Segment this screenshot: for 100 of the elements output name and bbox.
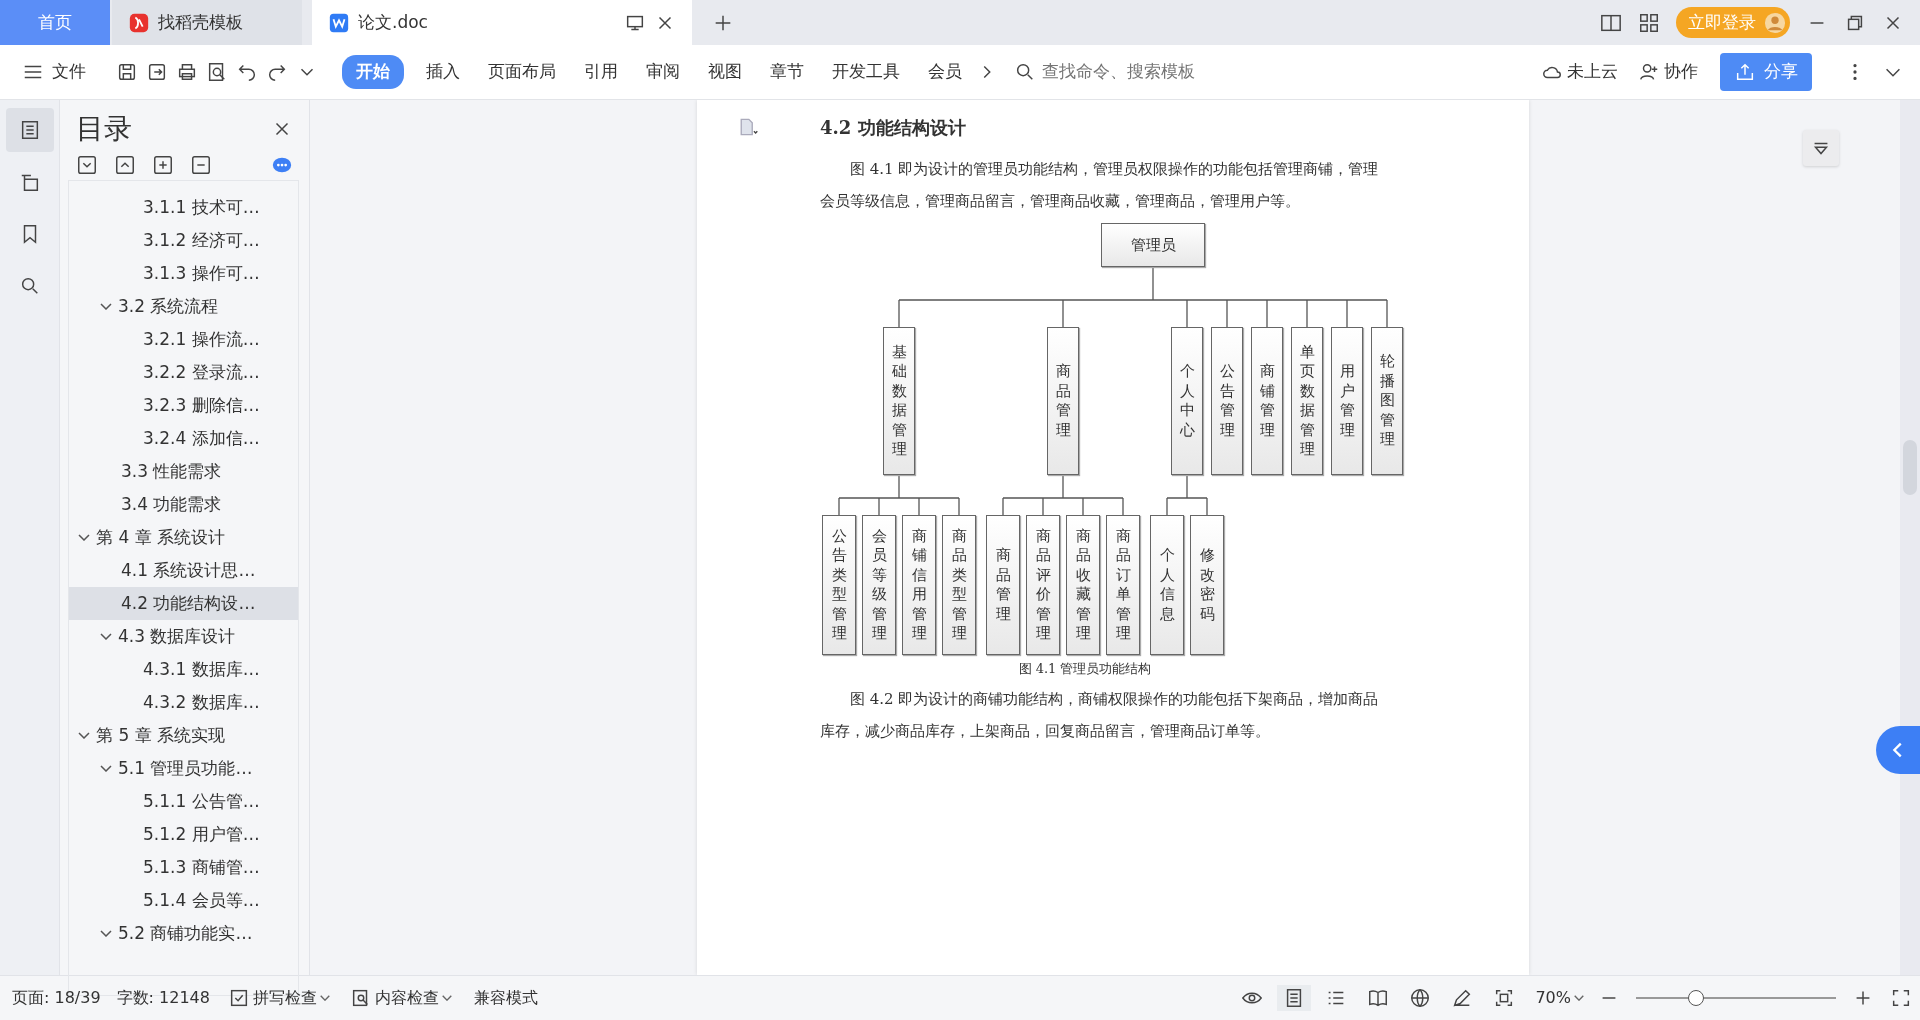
fullscreen-icon[interactable]	[1890, 987, 1912, 1009]
chart-node: 管理员	[1101, 223, 1205, 267]
sidebar-button[interactable]	[5, 108, 54, 152]
figure-caption: 图 4.1 管理员功能结构	[1017, 660, 1153, 678]
expand-up-icon[interactable]	[114, 154, 136, 176]
grid-icon[interactable]	[1638, 11, 1660, 34]
file-menu-button[interactable]: 文件	[16, 55, 92, 89]
slider-thumb[interactable]	[1688, 990, 1704, 1006]
menu-tab[interactable]: 引用	[578, 55, 624, 89]
chart-node: 用户管理	[1331, 327, 1363, 475]
cloud-status-button[interactable]: 未上云	[1535, 55, 1624, 89]
scrollbar[interactable]	[1900, 100, 1920, 975]
caret-icon	[441, 995, 452, 1001]
spell-check-button[interactable]: 拼写检查	[221, 984, 336, 1012]
outline-item-label: 3.4 功能需求	[121, 492, 222, 516]
chart-node: 基础数据管理	[883, 327, 915, 475]
outline-item-label: 3.1.2 经济可…	[143, 228, 260, 252]
outline-item[interactable]: 4.3.2 数据库…	[69, 686, 298, 719]
tab[interactable]: 找稻壳模板	[112, 0, 302, 45]
outline-item[interactable]: 4.3.1 数据库…	[69, 653, 298, 686]
collapse-all-icon[interactable]	[76, 154, 98, 176]
plus-icon[interactable]	[152, 154, 174, 176]
outline-item-label: 4.3 数据库设计	[118, 624, 236, 648]
outline-item-label: 第 4 章 系统设计	[96, 525, 226, 549]
outline-item-label: 5.1.2 用户管…	[143, 822, 260, 846]
outline-item[interactable]: 3.1.2 经济可…	[69, 224, 298, 257]
outline-item[interactable]: 3.1.3 操作可…	[69, 257, 298, 290]
outline-item[interactable]: 5.1.4 会员等…	[69, 884, 298, 917]
menu-tab[interactable]: 页面布局	[482, 55, 562, 89]
outline-item[interactable]: 4.2 功能结构设…	[69, 587, 298, 620]
outline-item-label: 4.2 功能结构设…	[121, 591, 256, 615]
compat-mode-label: 兼容模式	[472, 987, 539, 1009]
chevron-icon	[78, 534, 90, 541]
outline-item[interactable]: 3.2 系统流程	[69, 290, 298, 323]
search-field[interactable]: 查找命令、搜索模板	[1014, 58, 1240, 86]
collaborate-button[interactable]: 协作	[1632, 55, 1704, 89]
chevron-icon	[100, 765, 112, 772]
content-check-button[interactable]: 内容检查	[343, 984, 458, 1012]
word-count: 字数: 12148	[115, 987, 211, 1009]
outline-item-label: 3.2.1 操作流…	[143, 327, 260, 351]
outline-item[interactable]: 5.2 商铺功能实…	[69, 917, 298, 950]
menu-tab[interactable]: 开发工具	[826, 55, 906, 89]
chart-node: 公告类型管理	[822, 515, 856, 655]
minus-icon[interactable]	[190, 154, 212, 176]
outline-item[interactable]: 5.1.2 用户管…	[69, 818, 298, 851]
chart-node: 公告管理	[1211, 327, 1243, 475]
outline-item-label: 3.1.1 技术可…	[143, 195, 260, 219]
chart-node: 个人信息	[1150, 515, 1184, 655]
tab[interactable]: 论文.doc	[312, 0, 692, 45]
outline-item[interactable]: 第 4 章 系统设计	[69, 521, 298, 554]
chevron-icon	[100, 303, 112, 310]
outline-item-label: 5.1.4 会员等…	[143, 888, 260, 912]
outline-item[interactable]: 3.2.3 删除信…	[69, 389, 298, 422]
save-icon[interactable]	[116, 61, 138, 83]
search-icon	[1014, 61, 1036, 83]
menu-tab[interactable]: 章节	[764, 55, 810, 89]
outline-item-label: 5.1.3 商铺管…	[143, 855, 260, 879]
caret-icon	[319, 995, 330, 1001]
outline-item[interactable]: 5.1.1 公告管…	[69, 785, 298, 818]
outline-item[interactable]: 3.2.4 添加信…	[69, 422, 298, 455]
document-icon	[328, 11, 350, 34]
share-icon	[1734, 61, 1756, 83]
menu-tab[interactable]: 插入	[420, 55, 466, 89]
paragraph: 图 4.1 即为设计的管理员功能结构，管理员权限操作的功能包括管理商铺，管理会员等级信息，管理商品留言，管理商品收藏，管理商品，管理用户等。	[820, 159, 1380, 212]
outline-item[interactable]: 第 5 章 系统实现	[69, 719, 298, 752]
chart-node: 轮播图管理	[1371, 327, 1403, 475]
print-icon[interactable]	[176, 61, 198, 83]
outline-item-label: 4.1 系统设计思…	[121, 558, 256, 582]
outline-item[interactable]: 3.1.1 技术可…	[69, 191, 298, 224]
tab-label: 论文.doc	[358, 10, 428, 34]
filter-button[interactable]	[1803, 130, 1839, 166]
avatar-icon	[1764, 11, 1786, 34]
outline-item-label: 3.2.4 添加信…	[143, 426, 260, 450]
outline-item-label: 3.3 性能需求	[121, 459, 222, 483]
chart-node: 商铺管理	[1251, 327, 1283, 475]
outline-item[interactable]: 3.2.2 登录流…	[69, 356, 298, 389]
outline-item[interactable]: 5.1.3 商铺管…	[69, 851, 298, 884]
outline-item[interactable]: 3.3 性能需求	[69, 455, 298, 488]
chart-node: 商品管理	[1047, 327, 1079, 475]
outline-item-label: 5.1 管理员功能…	[118, 756, 253, 780]
side-panel-button[interactable]	[1876, 726, 1920, 774]
chart-node: 商品订单管理	[1106, 515, 1140, 655]
book-icon[interactable]	[1367, 987, 1390, 1009]
export-icon[interactable]	[146, 61, 168, 83]
outline-item-label: 3.2.2 登录流…	[143, 360, 260, 384]
menu-tab[interactable]: 会员	[922, 55, 968, 89]
preview-icon[interactable]	[206, 61, 228, 83]
menu-tab[interactable]: 视图	[702, 55, 748, 89]
outline-item-label: 5.1.1 公告管…	[143, 789, 260, 813]
panel-title: 目录	[76, 111, 132, 147]
zoom-level-button[interactable]: 70%	[1529, 984, 1590, 1012]
outline-item[interactable]: 4.3 数据库设计	[69, 620, 298, 653]
chevron-icon	[100, 633, 112, 640]
outline-item[interactable]: 5.1 管理员功能…	[69, 752, 298, 785]
globe-icon[interactable]	[1409, 987, 1432, 1009]
menu-tab[interactable]: 审阅	[640, 55, 686, 89]
outline-item-label: 3.2 系统流程	[118, 294, 219, 318]
outline-item[interactable]: 4.1 系统设计思…	[69, 554, 298, 587]
outline-item[interactable]: 3.4 功能需求	[69, 488, 298, 521]
outline-item[interactable]: 3.2.1 操作流…	[69, 323, 298, 356]
